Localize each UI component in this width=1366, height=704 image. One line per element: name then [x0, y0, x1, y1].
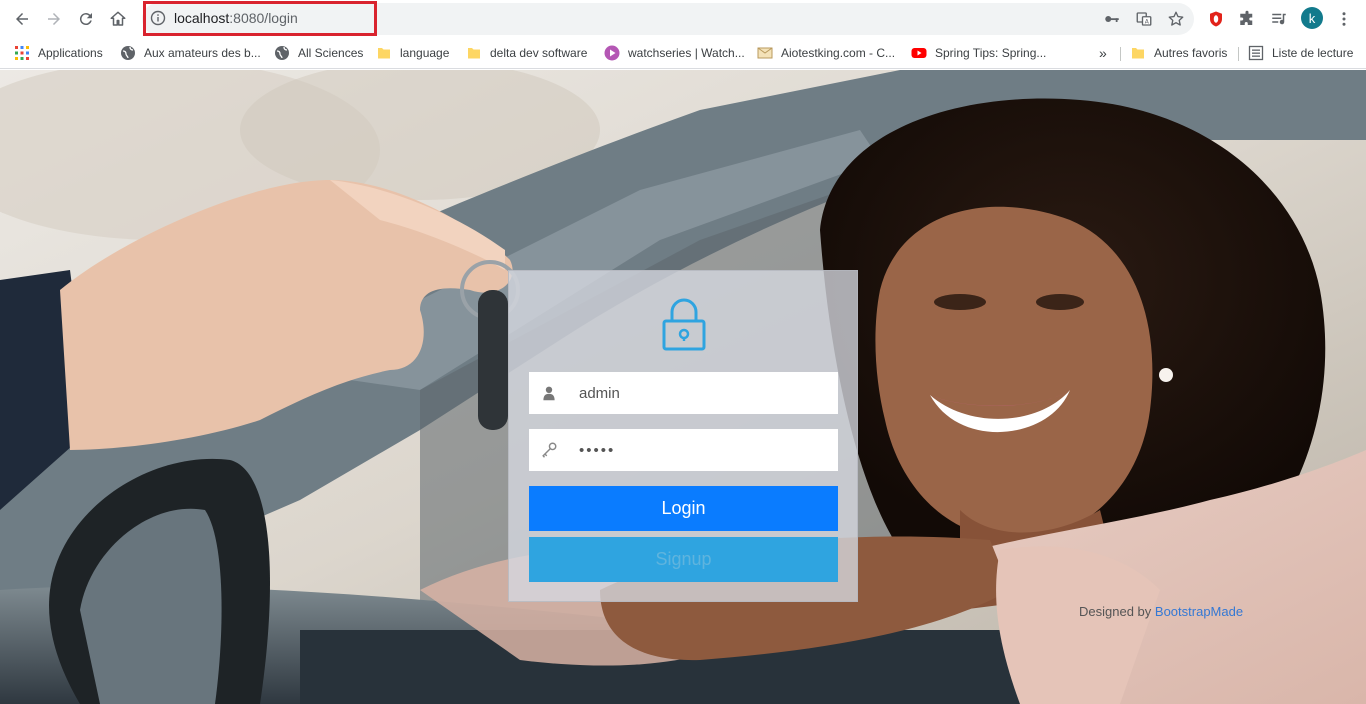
- bookmark-applications[interactable]: Applications: [14, 43, 103, 63]
- password-input[interactable]: [579, 429, 829, 471]
- bookmark-label: watchseries | Watch...: [628, 46, 745, 60]
- username-input[interactable]: [579, 372, 829, 414]
- opera-extension-icon[interactable]: [1206, 9, 1226, 29]
- bookmark-delta-dev-software[interactable]: delta dev software: [466, 43, 587, 63]
- bookmark-label: Spring Tips: Spring...: [935, 46, 1047, 60]
- arrow-left-icon: [16, 13, 28, 25]
- globe-icon: [120, 45, 136, 61]
- bookmark-watchseries[interactable]: watchseries | Watch...: [604, 43, 745, 63]
- bookmarks-bar: Applications Aux amateurs des b... All S…: [0, 38, 1366, 69]
- media-queue-icon[interactable]: [1269, 9, 1289, 29]
- arrow-right-icon: [48, 13, 60, 25]
- browser-toolbar: localhost:8080/login A k: [0, 0, 1366, 38]
- bookmark-label: Liste de lecture: [1272, 46, 1354, 60]
- overflow-chevron-icon: »: [1099, 45, 1107, 61]
- bookmark-label: Aux amateurs des b...: [144, 46, 261, 60]
- url-path: :8080/login: [229, 10, 298, 26]
- star-icon[interactable]: [1166, 9, 1186, 29]
- puzzle-icon[interactable]: [1237, 9, 1257, 29]
- bookmark-label: language: [400, 46, 450, 60]
- username-field[interactable]: [529, 372, 838, 414]
- bookmark-language[interactable]: language: [376, 43, 449, 63]
- bookmark-label: delta dev software: [490, 46, 588, 60]
- folder-icon: [1130, 45, 1146, 61]
- globe-icon: [274, 45, 290, 61]
- bootstrapmade-link[interactable]: BootstrapMade: [1155, 604, 1243, 619]
- folder-icon: [376, 45, 392, 61]
- key-icon: [539, 440, 559, 460]
- bookmark-label: Autres favoris: [1154, 46, 1228, 60]
- home-button[interactable]: [102, 3, 134, 35]
- login-card: Login Signup: [508, 270, 858, 602]
- designer-credit: Designed by BootstrapMade: [1079, 604, 1243, 619]
- reload-button[interactable]: [70, 3, 102, 35]
- bookmark-label: All Sciences: [298, 46, 364, 60]
- bookmark-divider: [1120, 47, 1121, 61]
- youtube-icon: [911, 45, 927, 61]
- bookmark-aiotestking[interactable]: Aiotestking.com - C...: [757, 43, 895, 63]
- play-icon: [604, 45, 620, 61]
- info-icon[interactable]: [150, 10, 166, 26]
- back-button[interactable]: [6, 3, 38, 35]
- bookmark-divider: [1238, 47, 1239, 61]
- url-host: localhost: [174, 10, 230, 26]
- key-icon[interactable]: [1102, 9, 1122, 29]
- folder-icon: [466, 45, 482, 61]
- profile-avatar[interactable]: k: [1301, 7, 1323, 29]
- signup-button[interactable]: Signup: [529, 537, 838, 582]
- password-field[interactable]: [529, 429, 838, 471]
- bookmark-spring-tips[interactable]: Spring Tips: Spring...: [911, 43, 1046, 63]
- url-text[interactable]: localhost:8080/login: [174, 10, 298, 26]
- forward-button[interactable]: [38, 3, 70, 35]
- home-icon: [110, 11, 126, 26]
- bookmark-label: Aiotestking.com - C...: [781, 46, 896, 60]
- user-icon: [539, 383, 559, 403]
- reading-list-icon: [1248, 45, 1264, 61]
- apps-grid-icon: [14, 45, 30, 61]
- credit-prefix: Designed by: [1079, 604, 1152, 619]
- bookmark-label: Applications: [38, 46, 103, 60]
- bookmark-all-sciences[interactable]: All Sciences: [274, 43, 363, 63]
- login-page: Login Signup Designed by BootstrapMade: [0, 70, 1366, 704]
- reload-icon: [79, 13, 92, 26]
- avatar-initial: k: [1308, 10, 1316, 26]
- mail-icon: [757, 45, 773, 61]
- bookmarks-overflow-button[interactable]: »: [1099, 43, 1107, 63]
- lock-icon: [662, 298, 706, 351]
- kebab-menu-icon[interactable]: [1334, 9, 1354, 29]
- translate-icon[interactable]: A: [1134, 9, 1154, 29]
- bookmark-aux-amateurs[interactable]: Aux amateurs des b...: [120, 43, 261, 63]
- reading-list-button[interactable]: Liste de lecture: [1248, 43, 1353, 63]
- bookmark-other-favorites[interactable]: Autres favoris: [1130, 43, 1227, 63]
- login-button[interactable]: Login: [529, 486, 838, 531]
